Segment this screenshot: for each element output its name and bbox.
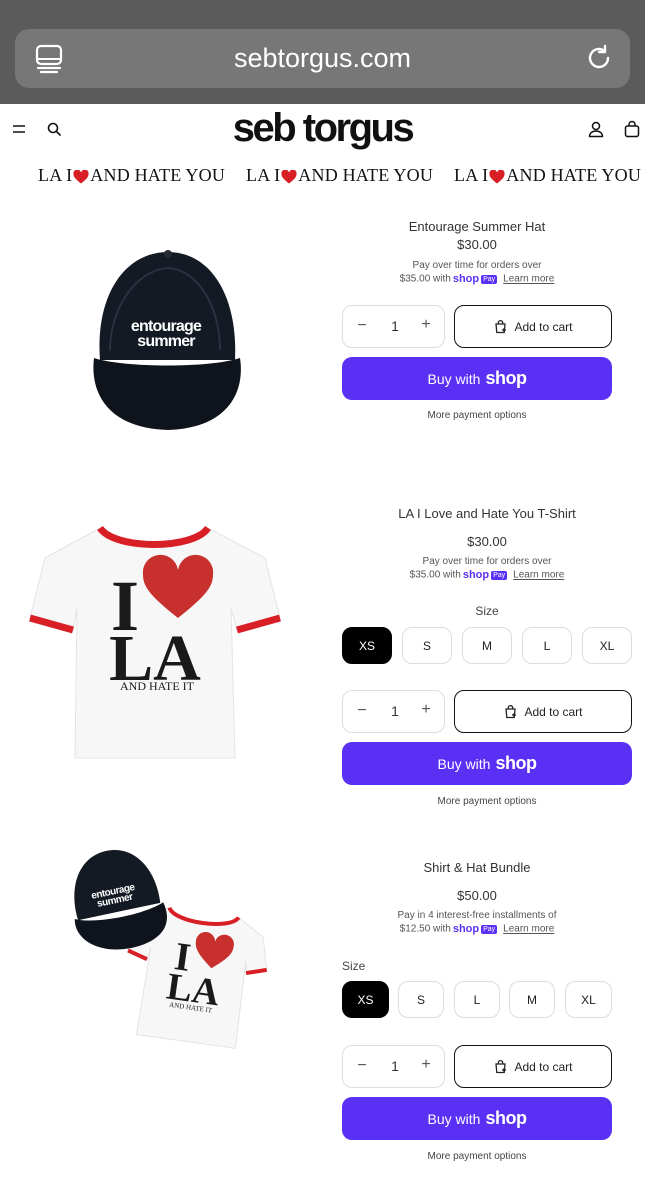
size-option-xs[interactable]: XS: [342, 981, 389, 1018]
learn-more-link[interactable]: Learn more: [513, 570, 564, 581]
size-option-l[interactable]: L: [522, 627, 572, 664]
installments-line: $35.00 with shop Pay Learn more: [342, 273, 612, 285]
cart-bag-icon[interactable]: [623, 120, 641, 138]
hat-product-image[interactable]: entourage summer: [80, 240, 255, 440]
size-option-l[interactable]: L: [454, 981, 500, 1018]
installments-line: $12.50 with shop Pay Learn more: [342, 923, 612, 935]
marquee-item: LA I AND HATE YOU: [454, 165, 641, 186]
add-to-cart-icon: [495, 319, 507, 334]
add-to-cart-icon: [495, 1059, 507, 1074]
product-price: $30.00: [467, 534, 507, 549]
decrease-qty-button[interactable]: −: [354, 317, 370, 337]
add-to-cart-label: Add to cart: [514, 1059, 573, 1074]
size-option-xl[interactable]: XL: [582, 627, 632, 664]
buy-with-label: Buy with: [427, 370, 481, 387]
shop-logo: shop: [485, 1108, 527, 1128]
buy-with-label: Buy with: [427, 1110, 481, 1127]
product-price: $50.00: [457, 888, 497, 903]
installments-amount: $35.00 with: [409, 569, 461, 581]
bundle-product-image[interactable]: I LA AND HATE IT entourage summer: [65, 842, 275, 1057]
size-label: Size: [342, 959, 366, 973]
add-to-cart-icon: [505, 704, 517, 719]
heart-icon: [281, 169, 297, 184]
buy-with-shop-button[interactable]: Buy with shop: [342, 1097, 612, 1140]
installments-text: Pay over time for orders over: [412, 260, 542, 271]
add-to-cart-label: Add to cart: [524, 704, 583, 719]
installments-amount: $12.50 with: [399, 923, 451, 935]
buy-with-shop-button[interactable]: Buy with shop: [342, 742, 632, 785]
tshirt-print-hate: AND HATE IT: [120, 679, 195, 693]
more-payment-options-link[interactable]: More payment options: [342, 1151, 612, 1162]
size-option-xs[interactable]: XS: [342, 627, 392, 664]
increase-qty-button[interactable]: +: [418, 316, 434, 336]
marquee-text-before: LA I: [38, 165, 73, 185]
more-payment-options-link[interactable]: More payment options: [342, 796, 632, 807]
size-option-m[interactable]: M: [462, 627, 512, 664]
marquee-item: LA I AND HATE YOU: [246, 165, 433, 186]
site-header: seb torgus: [0, 104, 645, 156]
quantity-stepper: − 1 +: [342, 305, 445, 348]
heart-icon: [73, 169, 89, 184]
address-bar[interactable]: sebtorgus.com: [15, 29, 630, 88]
product-info-bundle: Shirt & Hat Bundle $50.00 Pay in 4 inter…: [342, 855, 612, 1175]
marquee-text-after: AND HATE YOU: [298, 165, 434, 185]
announcement-marquee: LA I AND HATE YOU LA I AND HATE YOU LA I AN…: [0, 165, 645, 193]
add-to-cart-button[interactable]: Add to cart: [454, 305, 612, 348]
marquee-text-before: LA I: [454, 165, 489, 185]
installments-amount: $35.00 with: [399, 273, 451, 285]
installments-text: Pay in 4 interest-free installments of: [397, 910, 557, 921]
tshirt-product-image[interactable]: I LA AND HATE IT: [25, 518, 285, 768]
shop-logo: shop: [485, 368, 527, 388]
marquee-item: LA I AND HATE YOU: [38, 165, 225, 186]
quantity-value[interactable]: 1: [383, 703, 407, 719]
decrease-qty-button[interactable]: −: [354, 1057, 370, 1077]
product-info-hat: Entourage Summer Hat $30.00 Pay over tim…: [342, 214, 612, 434]
quantity-value[interactable]: 1: [383, 318, 407, 334]
add-to-cart-button[interactable]: Add to cart: [454, 1045, 612, 1088]
more-payment-options-link[interactable]: More payment options: [342, 410, 612, 421]
pay-badge: Pay: [491, 570, 508, 580]
marquee-text-after: AND HATE YOU: [506, 165, 642, 185]
add-to-cart-button[interactable]: Add to cart: [454, 690, 632, 733]
size-option-s[interactable]: S: [398, 981, 444, 1018]
product-price: $30.00: [457, 237, 497, 252]
shop-pay-logo: shop: [452, 273, 480, 285]
size-label: Size: [475, 604, 499, 618]
size-option-xl[interactable]: XL: [565, 981, 612, 1018]
buy-with-shop-button[interactable]: Buy with shop: [342, 357, 612, 400]
size-option-s[interactable]: S: [402, 627, 452, 664]
browser-toolbar: sebtorgus.com: [0, 0, 645, 104]
marquee-text-after: AND HATE YOU: [90, 165, 226, 185]
account-icon[interactable]: [587, 120, 605, 138]
quantity-stepper: − 1 +: [342, 690, 445, 733]
product-title[interactable]: Entourage Summer Hat: [342, 219, 612, 234]
pay-badge: Pay: [481, 274, 498, 284]
buy-with-label: Buy with: [437, 755, 491, 772]
product-title[interactable]: Shirt & Hat Bundle: [342, 860, 612, 875]
product-info-tshirt: LA I Love and Hate You T-Shirt $30.00 Pa…: [342, 500, 632, 810]
installments-line: $35.00 with shop Pay Learn more: [342, 569, 632, 581]
learn-more-link[interactable]: Learn more: [503, 924, 554, 935]
reload-icon[interactable]: [584, 43, 614, 73]
pay-badge: Pay: [481, 924, 498, 934]
increase-qty-button[interactable]: +: [418, 701, 434, 721]
hat-print-line2: summer: [137, 333, 195, 350]
url-text[interactable]: sebtorgus.com: [15, 43, 630, 74]
heart-icon: [489, 169, 505, 184]
quantity-value[interactable]: 1: [383, 1058, 407, 1074]
increase-qty-button[interactable]: +: [418, 1056, 434, 1076]
installments-text: Pay over time for orders over: [422, 556, 552, 567]
site-logo[interactable]: seb torgus: [0, 106, 645, 151]
add-to-cart-label: Add to cart: [514, 319, 573, 334]
shop-pay-logo: shop: [462, 569, 490, 581]
learn-more-link[interactable]: Learn more: [503, 274, 554, 285]
shop-logo: shop: [495, 753, 537, 773]
shop-pay-logo: shop: [452, 923, 480, 935]
size-option-m[interactable]: M: [509, 981, 555, 1018]
quantity-stepper: − 1 +: [342, 1045, 445, 1088]
product-title[interactable]: LA I Love and Hate You T-Shirt: [342, 506, 632, 521]
marquee-text-before: LA I: [246, 165, 281, 185]
decrease-qty-button[interactable]: −: [354, 702, 370, 722]
